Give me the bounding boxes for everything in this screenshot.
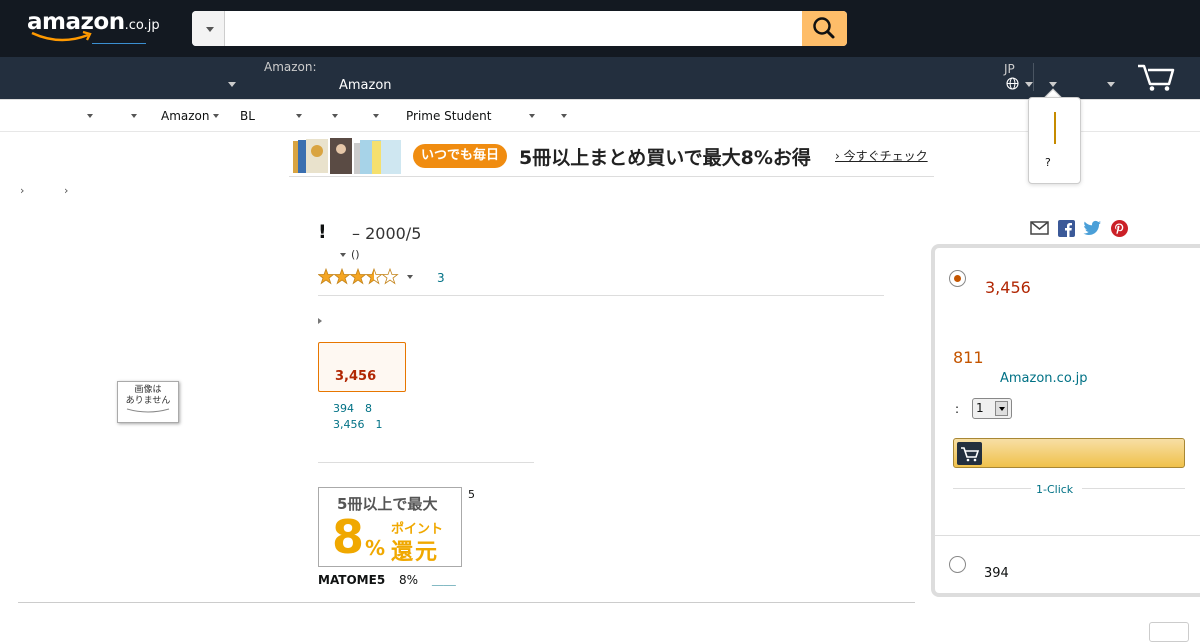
chevron-down-icon[interactable] [131,114,137,118]
bulk-points-promo-image[interactable]: 5冊以上で最大 8 % ポイント 還元 [318,487,462,567]
search-icon [813,17,835,39]
breadcrumb-separator: › [64,184,69,197]
search-input[interactable] [225,11,802,46]
nav-item-prime-student[interactable]: Prime Student [406,109,491,123]
facebook-share-icon[interactable] [1058,220,1075,237]
expand-arrow-icon[interactable] [318,318,322,324]
manga-covers-image [293,138,401,174]
popup-help-text[interactable]: ? [1045,156,1051,169]
chevron-down-icon[interactable] [87,114,93,118]
used-offer-price: 394 [984,566,1009,581]
chevron-down-icon[interactable] [1025,82,1033,87]
add-to-cart-button[interactable] [953,438,1185,468]
chevron-down-icon [206,27,214,32]
used-offer-radio[interactable] [949,556,966,573]
buy-box [931,244,1200,597]
chevron-down-icon[interactable] [529,114,535,118]
logo-underline [92,43,146,44]
banner-pill: いつでも毎日 [413,144,507,168]
promo-side-text: 5 [468,488,475,501]
breadcrumb-separator: › [20,184,25,197]
format-price: 3,456 [335,369,377,384]
logo-smile-icon [31,30,92,42]
divider [18,602,915,603]
sub-header [0,57,1200,99]
used-offers-link[interactable]: 394 8 [333,400,372,416]
promo-pct-text: 8% [399,573,419,587]
new-offer-radio[interactable] [949,270,966,287]
globe-icon[interactable] [1006,77,1019,90]
orders-chevron-icon[interactable] [1107,82,1115,87]
popup-accent-bar [1054,112,1056,144]
chevron-down-icon[interactable] [213,114,219,118]
smile-icon [126,408,170,413]
cart-icon [957,442,982,465]
author-role: () [351,248,360,261]
promo-code-row: MATOME5 8% ＿＿ [318,571,456,588]
chevron-down-icon[interactable] [296,114,302,118]
promo-details-link[interactable]: ＿＿ [432,573,456,587]
product-title-mark: ! [318,221,327,243]
nav-item-amazon[interactable]: Amazon [161,109,210,123]
no-image-placeholder: 画像は ありません [117,381,179,423]
chevron-down-icon[interactable] [561,114,567,118]
deliver-to-label[interactable]: Amazon: [264,60,317,74]
divider [318,295,884,296]
language-code[interactable]: JP [1004,62,1015,76]
email-share-icon[interactable] [1030,220,1049,236]
deliver-to-location[interactable]: Amazon [339,78,392,93]
product-title: – 2000/5 [352,224,422,243]
promo-banner[interactable]: いつでも毎日 5冊以上まとめ買いで最大8%お得 › 今すぐチェック [289,135,934,177]
no-image-text: 画像は ありません [125,385,171,406]
nav-item-bl[interactable]: BL [240,109,255,123]
divider [318,462,534,463]
seller-link[interactable]: Amazon.co.jp [1000,371,1088,386]
radio-selected-dot [954,275,961,282]
search-category-dropdown[interactable] [192,11,225,46]
promo-code: MATOME5 [318,573,386,587]
account-chevron-icon[interactable] [1049,82,1057,87]
promo-return: 還元 [391,540,440,565]
divider [935,535,1200,536]
rating-count-link[interactable]: 3 [437,271,445,285]
header-divider [1033,63,1034,91]
rating-chevron-icon[interactable] [407,275,413,279]
pinterest-share-icon[interactable] [1111,220,1128,237]
promo-digit: 8 [332,510,365,564]
divider [953,488,1031,489]
chevron-down-icon[interactable] [340,253,346,257]
search-button[interactable] [802,11,847,46]
quantity-dropdown-arrow-icon[interactable] [995,401,1008,416]
search-bar [192,11,847,46]
one-click-link[interactable]: 1-Click [1036,483,1073,496]
rating-stars-icon[interactable] [318,268,403,286]
new-offers-link[interactable]: 3,456 1 [333,416,383,432]
quantity-label: : [955,402,960,416]
divider [1082,488,1185,489]
twitter-share-icon[interactable] [1083,220,1102,236]
buybox-price: 3,456 [985,278,1031,297]
buybox-points: 811 [953,348,984,367]
quantity-value: 1 [976,401,984,415]
banner-headline: 5冊以上まとめ買いで最大8%お得 [519,147,811,169]
banner-check-link[interactable]: › 今すぐチェック [835,147,928,164]
format-option-selected[interactable]: 3,456 [318,342,406,392]
chevron-down-icon[interactable] [332,114,338,118]
chevron-down-icon[interactable] [228,82,236,87]
corner-button[interactable] [1149,622,1189,642]
promo-percent: % [365,536,386,560]
cart-icon[interactable] [1136,62,1176,92]
category-nav: Amazon BL Prime Student [0,99,1200,132]
chevron-down-icon[interactable] [373,114,379,118]
